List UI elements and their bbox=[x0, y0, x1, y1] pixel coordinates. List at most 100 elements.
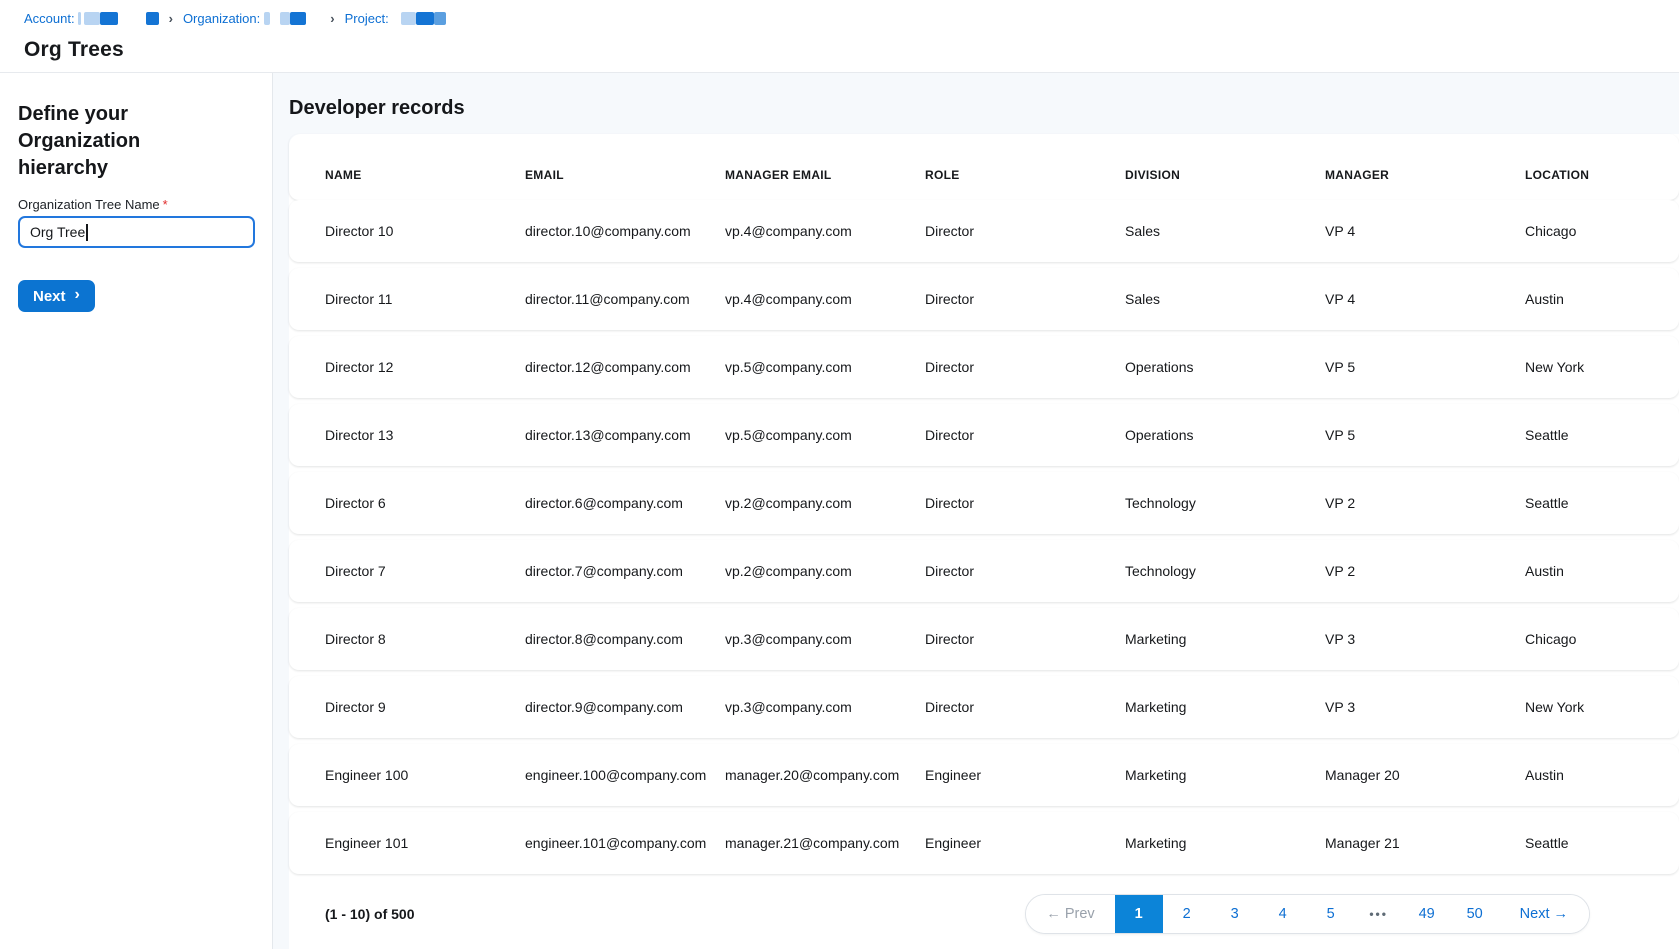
cell-role: Engineer bbox=[925, 835, 1125, 851]
cell-manager-email: vp.3@company.com bbox=[725, 631, 925, 647]
cell-division: Marketing bbox=[1125, 699, 1325, 715]
cell-role: Director bbox=[925, 427, 1125, 443]
next-page-button[interactable]: Next → bbox=[1499, 895, 1589, 933]
page-number-button[interactable]: 49 bbox=[1403, 895, 1451, 933]
cell-manager: VP 4 bbox=[1325, 291, 1525, 307]
sidebar-heading: Define your Organization hierarchy bbox=[18, 101, 232, 182]
cell-location: Austin bbox=[1525, 563, 1664, 579]
cell-email: director.8@company.com bbox=[525, 631, 725, 647]
cell-location: Chicago bbox=[1525, 631, 1664, 647]
page-number-button[interactable]: 1 bbox=[1115, 895, 1163, 933]
cell-division: Operations bbox=[1125, 359, 1325, 375]
chevron-right-icon: › bbox=[75, 287, 80, 303]
cell-division: Technology bbox=[1125, 563, 1325, 579]
header-cell: MANAGER EMAIL bbox=[725, 168, 925, 182]
text-caret bbox=[86, 224, 88, 241]
table-row: Director 9 director.9@company.com vp.3@c… bbox=[289, 676, 1679, 738]
cell-manager-email: vp.2@company.com bbox=[725, 495, 925, 511]
cell-manager: VP 3 bbox=[1325, 699, 1525, 715]
cell-role: Engineer bbox=[925, 767, 1125, 783]
cell-name: Director 12 bbox=[325, 359, 525, 375]
cell-name: Director 13 bbox=[325, 427, 525, 443]
cell-name: Director 7 bbox=[325, 563, 525, 579]
cell-role: Director bbox=[925, 359, 1125, 375]
breadcrumb-item-organization: Organization: bbox=[183, 11, 306, 26]
page-number-button[interactable]: 5 bbox=[1307, 895, 1355, 933]
chevron-right-icon: › bbox=[169, 11, 173, 26]
table-row: Director 12 director.12@company.com vp.5… bbox=[289, 336, 1679, 398]
cell-email: director.13@company.com bbox=[525, 427, 725, 443]
results-count: (1 - 10) of 500 bbox=[325, 906, 414, 922]
org-tree-name-input[interactable]: Org Tree bbox=[18, 216, 255, 248]
cell-name: Director 6 bbox=[325, 495, 525, 511]
breadcrumb-link-account[interactable]: Account: bbox=[24, 11, 75, 26]
cell-email: director.7@company.com bbox=[525, 563, 725, 579]
table-footer: (1 - 10) of 500 ← Prev 1 2 3 4 bbox=[289, 894, 1679, 934]
cell-manager-email: vp.4@company.com bbox=[725, 291, 925, 307]
table-row: Director 7 director.7@company.com vp.2@c… bbox=[289, 540, 1679, 602]
table-body: Director 10 director.10@company.com vp.4… bbox=[289, 200, 1679, 874]
cell-name: Engineer 100 bbox=[325, 767, 525, 783]
cell-email: director.11@company.com bbox=[525, 291, 725, 307]
table-row: Director 11 director.11@company.com vp.4… bbox=[289, 268, 1679, 330]
table-row: Director 13 director.13@company.com vp.5… bbox=[289, 404, 1679, 466]
cell-manager: Manager 20 bbox=[1325, 767, 1525, 783]
org-tree-sidebar: Define your Organization hierarchy Organ… bbox=[0, 73, 273, 949]
cell-manager: VP 2 bbox=[1325, 563, 1525, 579]
cell-location: New York bbox=[1525, 359, 1664, 375]
prev-page-button[interactable]: ← Prev bbox=[1026, 895, 1114, 933]
cell-manager-email: manager.20@company.com bbox=[725, 767, 925, 783]
cell-manager: VP 5 bbox=[1325, 427, 1525, 443]
cell-role: Director bbox=[925, 563, 1125, 579]
breadcrumb-item-account: Account: bbox=[24, 11, 159, 26]
cell-manager: VP 4 bbox=[1325, 223, 1525, 239]
page-number-button[interactable]: 4 bbox=[1259, 895, 1307, 933]
pagination: ← Prev 1 2 3 4 5 bbox=[1025, 894, 1590, 934]
header-cell: DIVISION bbox=[1125, 168, 1325, 182]
cell-division: Technology bbox=[1125, 495, 1325, 511]
redacted-project-value bbox=[389, 12, 446, 25]
table-row: Engineer 100 engineer.100@company.com ma… bbox=[289, 744, 1679, 806]
page-title: Org Trees bbox=[24, 38, 1679, 62]
cell-manager-email: vp.4@company.com bbox=[725, 223, 925, 239]
header-cell: LOCATION bbox=[1525, 168, 1664, 182]
page-number-button[interactable]: 2 bbox=[1163, 895, 1211, 933]
header-cell: NAME bbox=[325, 168, 525, 182]
cell-location: Seattle bbox=[1525, 495, 1664, 511]
cell-role: Director bbox=[925, 699, 1125, 715]
cell-division: Sales bbox=[1125, 223, 1325, 239]
cell-division: Marketing bbox=[1125, 767, 1325, 783]
cell-name: Director 10 bbox=[325, 223, 525, 239]
cell-manager: VP 2 bbox=[1325, 495, 1525, 511]
cell-manager-email: vp.2@company.com bbox=[725, 563, 925, 579]
cell-role: Director bbox=[925, 223, 1125, 239]
chevron-right-icon: › bbox=[330, 11, 334, 26]
breadcrumb-link-organization[interactable]: Organization: bbox=[183, 11, 260, 26]
cell-email: engineer.101@company.com bbox=[525, 835, 725, 851]
app-header: Account: › Organization: › Project: Org … bbox=[0, 0, 1679, 73]
cell-location: New York bbox=[1525, 699, 1664, 715]
page-number-button[interactable]: ••• bbox=[1355, 895, 1403, 933]
cell-location: Austin bbox=[1525, 767, 1664, 783]
cell-manager: Manager 21 bbox=[1325, 835, 1525, 851]
cell-division: Sales bbox=[1125, 291, 1325, 307]
cell-division: Operations bbox=[1125, 427, 1325, 443]
header-cell: MANAGER bbox=[1325, 168, 1525, 182]
breadcrumb-link-project[interactable]: Project: bbox=[345, 11, 389, 26]
cell-manager-email: vp.5@company.com bbox=[725, 359, 925, 375]
cell-manager: VP 5 bbox=[1325, 359, 1525, 375]
developer-records-heading: Developer records bbox=[289, 95, 1679, 122]
table-row: Director 10 director.10@company.com vp.4… bbox=[289, 200, 1679, 262]
table-row: Director 8 director.8@company.com vp.3@c… bbox=[289, 608, 1679, 670]
next-button[interactable]: Next › bbox=[18, 280, 95, 312]
cell-name: Engineer 101 bbox=[325, 835, 525, 851]
cell-name: Director 8 bbox=[325, 631, 525, 647]
page-number-button[interactable]: 3 bbox=[1211, 895, 1259, 933]
cell-email: engineer.100@company.com bbox=[525, 767, 725, 783]
breadcrumb: Account: › Organization: › Project: bbox=[24, 10, 1679, 27]
breadcrumb-item-project: Project: bbox=[345, 11, 446, 26]
table-header-row: NAME EMAIL MANAGER EMAIL ROLE DIVISION M… bbox=[289, 134, 1679, 200]
page-number-button[interactable]: 50 bbox=[1451, 895, 1499, 933]
cell-name: Director 11 bbox=[325, 291, 525, 307]
cell-role: Director bbox=[925, 495, 1125, 511]
